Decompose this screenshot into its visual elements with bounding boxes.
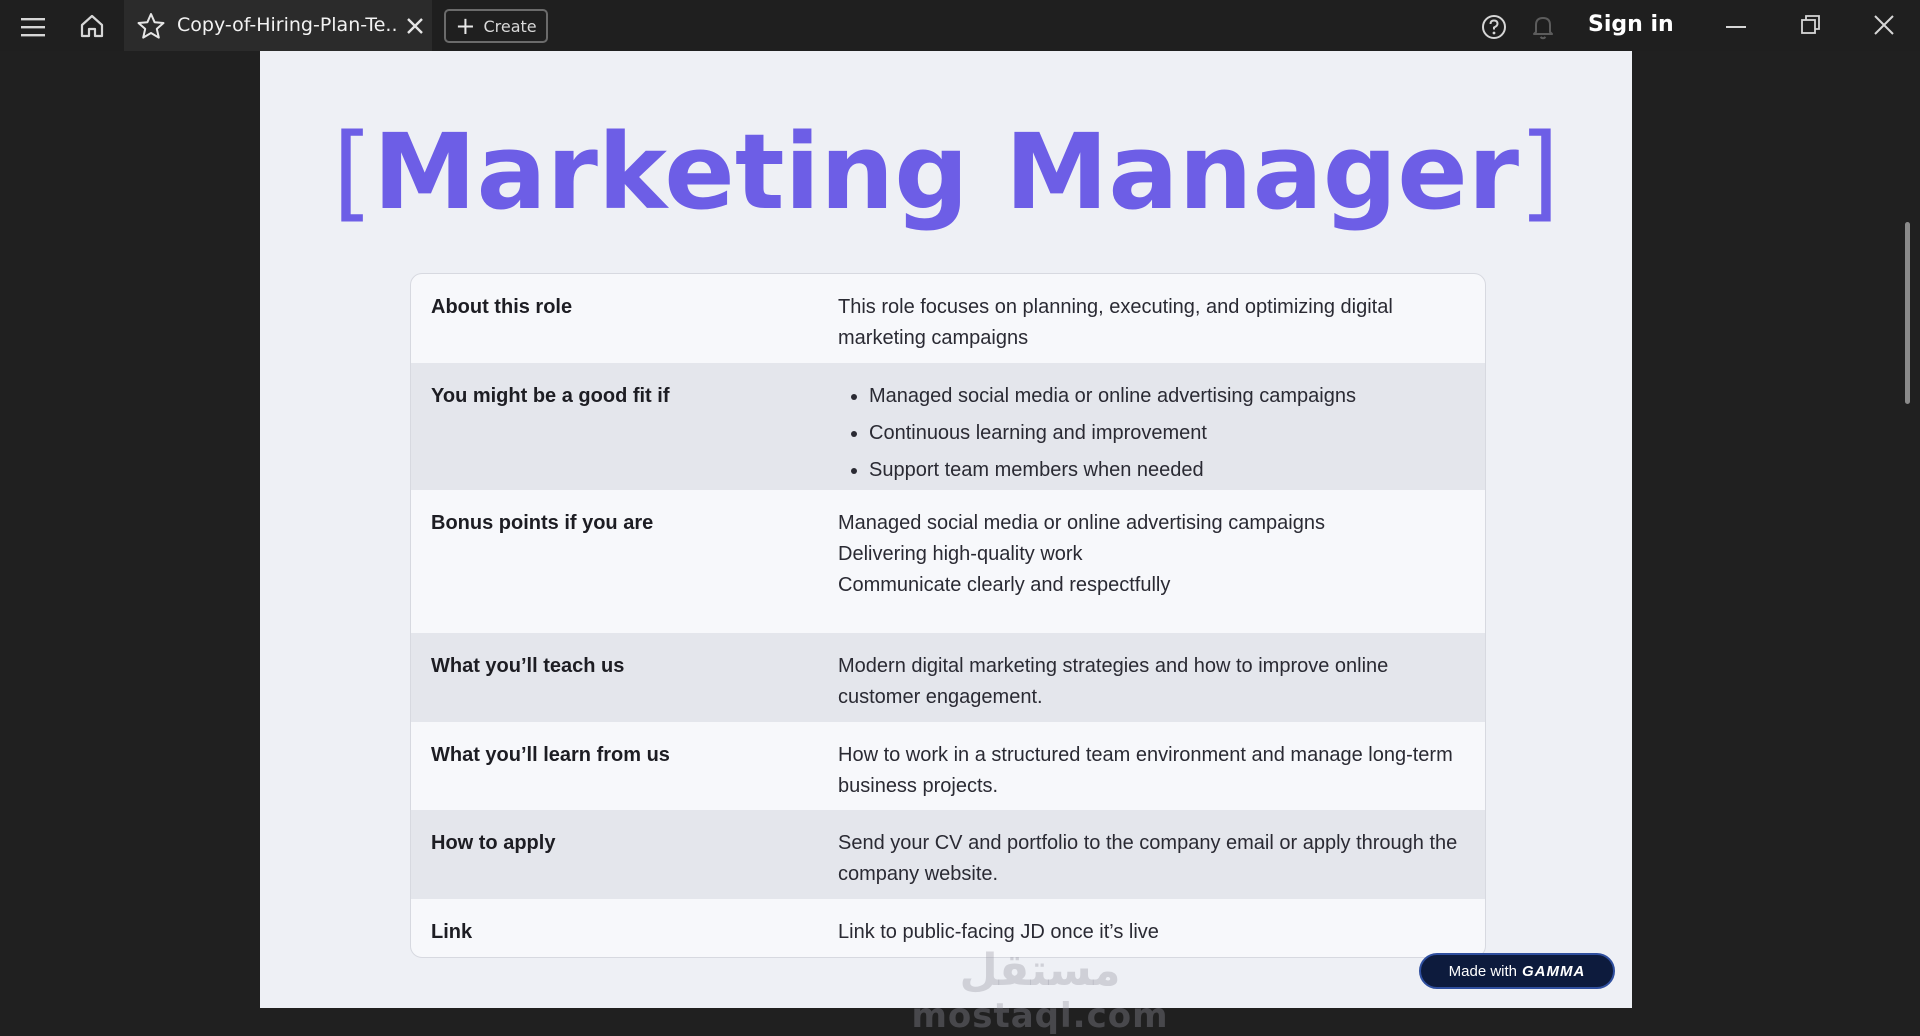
page-title: [Marketing Manager] bbox=[260, 111, 1632, 233]
create-button[interactable]: + Create bbox=[444, 9, 548, 43]
star-icon[interactable] bbox=[136, 12, 166, 40]
made-with-gamma-badge[interactable]: Made with GAMMA bbox=[1419, 953, 1615, 989]
job-details-table: About this role This role focuses on pla… bbox=[410, 273, 1486, 958]
list-item: Managed social media or online advertisi… bbox=[869, 381, 1465, 412]
close-icon[interactable] bbox=[402, 13, 428, 39]
row-label: Link bbox=[431, 921, 473, 943]
watermark: مستقل mostaql.com bbox=[840, 946, 1240, 1036]
list-item: Continuous learning and improvement bbox=[869, 418, 1465, 449]
title-open-bracket: [ bbox=[332, 111, 373, 233]
row-value: How to work in a structured team environ… bbox=[838, 744, 1453, 797]
menu-icon[interactable] bbox=[16, 12, 50, 42]
list-item: Managed social media or online advertisi… bbox=[838, 512, 1325, 534]
watermark-latin: mostaql.com bbox=[911, 996, 1169, 1036]
tab-title: Copy-of-Hiring-Plan-Te... bbox=[177, 14, 397, 36]
table-row: About this role This role focuses on pla… bbox=[411, 274, 1485, 363]
sign-in-button[interactable]: Sign in bbox=[1588, 12, 1674, 37]
bullet-list: Managed social media or online advertisi… bbox=[838, 381, 1465, 486]
document-tab[interactable]: Copy-of-Hiring-Plan-Te... bbox=[124, 0, 432, 51]
row-value: Managed social media or online advertisi… bbox=[838, 508, 1465, 621]
scrollbar-thumb[interactable] bbox=[1905, 222, 1910, 404]
document-page: [Marketing Manager] About this role This… bbox=[260, 51, 1632, 1036]
minimize-icon[interactable] bbox=[1718, 10, 1754, 40]
plus-icon: + bbox=[455, 12, 476, 40]
row-value: This role focuses on planning, executing… bbox=[838, 296, 1393, 349]
badge-prefix: Made with bbox=[1448, 962, 1518, 980]
title-text: Marketing Manager bbox=[372, 111, 1520, 233]
table-row: What you’ll teach us Modern digital mark… bbox=[411, 633, 1485, 722]
table-row: You might be a good fit if Managed socia… bbox=[411, 363, 1485, 490]
gamma-logo: GAMMA bbox=[1522, 962, 1586, 980]
title-bar: Copy-of-Hiring-Plan-Te... + Create Sign … bbox=[0, 0, 1920, 51]
row-label: Bonus points if you are bbox=[431, 512, 654, 534]
bell-icon[interactable] bbox=[1528, 12, 1558, 42]
list-item: Support team members when needed bbox=[869, 455, 1465, 486]
window-close-icon[interactable] bbox=[1866, 10, 1902, 40]
row-value: Send your CV and portfolio to the compan… bbox=[838, 832, 1458, 885]
jd-link[interactable]: Link to public-facing JD once it’s live bbox=[838, 917, 1465, 945]
scrollbar-track[interactable] bbox=[1894, 51, 1920, 1008]
list-item: Delivering high-quality work bbox=[838, 543, 1083, 565]
row-label: How to apply bbox=[431, 832, 556, 854]
list-item: Communicate clearly and respectfully bbox=[838, 574, 1171, 596]
watermark-arabic: مستقل bbox=[959, 945, 1121, 996]
table-row: What you’ll learn from us How to work in… bbox=[411, 722, 1485, 810]
table-row: Bonus points if you are Managed social m… bbox=[411, 490, 1485, 633]
restore-icon[interactable] bbox=[1793, 10, 1829, 40]
title-close-bracket: ] bbox=[1519, 111, 1560, 233]
help-icon[interactable] bbox=[1479, 12, 1509, 42]
create-label: Create bbox=[483, 16, 537, 36]
row-label: About this role bbox=[431, 296, 573, 318]
row-value: Managed social media or online advertisi… bbox=[838, 381, 1465, 481]
row-value: Modern digital marketing strategies and … bbox=[838, 655, 1389, 708]
row-label: What you’ll teach us bbox=[431, 655, 625, 677]
table-row: How to apply Send your CV and portfolio … bbox=[411, 810, 1485, 899]
row-label: What you’ll learn from us bbox=[431, 744, 670, 766]
home-icon[interactable] bbox=[75, 10, 109, 42]
row-label: You might be a good fit if bbox=[431, 385, 670, 407]
